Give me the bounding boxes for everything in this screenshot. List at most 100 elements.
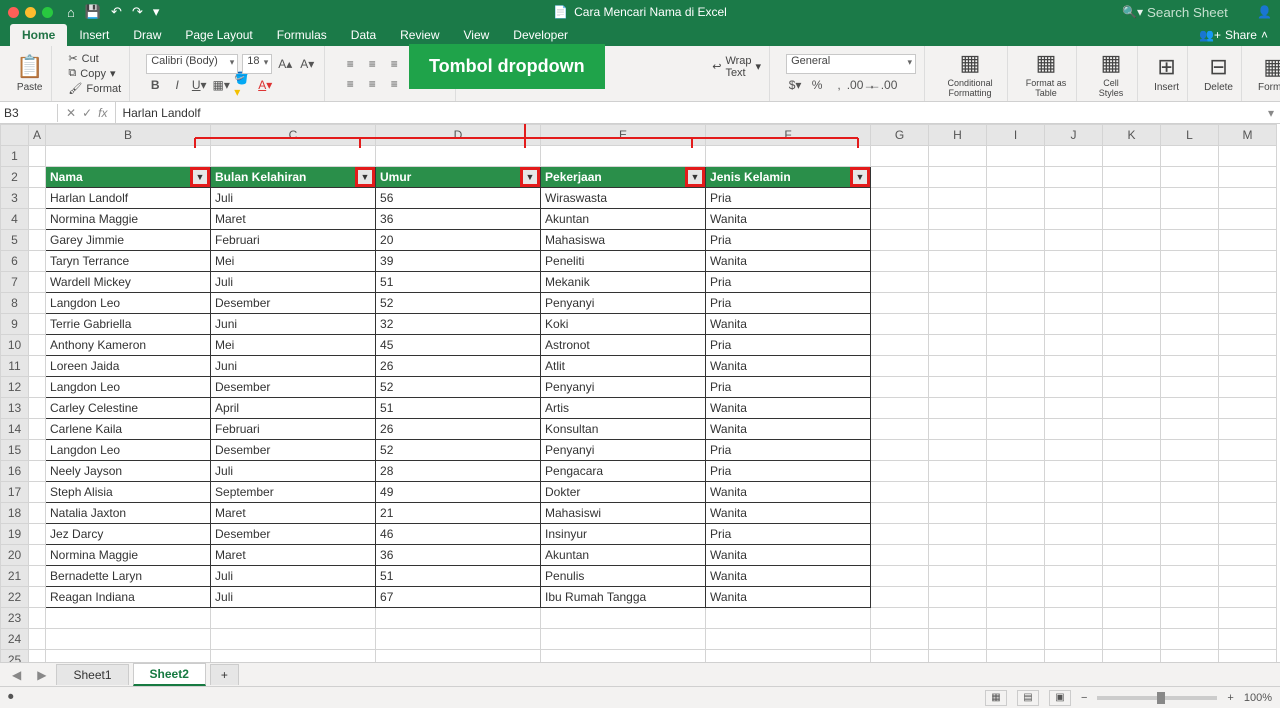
font-color-button[interactable]: A▾ <box>256 76 274 94</box>
expand-formula-icon[interactable]: ▾ <box>1262 106 1280 120</box>
table-cell[interactable]: Dokter <box>541 482 706 503</box>
table-cell[interactable]: September <box>211 482 376 503</box>
cell[interactable] <box>1161 587 1219 608</box>
table-cell[interactable]: Pria <box>706 293 871 314</box>
cell[interactable] <box>1161 545 1219 566</box>
table-cell[interactable]: Penyanyi <box>541 440 706 461</box>
cell[interactable] <box>1103 314 1161 335</box>
row-header[interactable]: 1 <box>1 146 29 167</box>
cell[interactable] <box>871 230 929 251</box>
row-header[interactable]: 11 <box>1 356 29 377</box>
cell[interactable] <box>987 524 1045 545</box>
table-cell[interactable]: Bernadette Laryn <box>46 566 211 587</box>
cell[interactable] <box>987 377 1045 398</box>
cell[interactable] <box>1045 587 1103 608</box>
table-cell[interactable]: Artis <box>541 398 706 419</box>
table-cell[interactable]: Akuntan <box>541 545 706 566</box>
table-cell[interactable]: Juli <box>211 566 376 587</box>
cell[interactable] <box>1045 524 1103 545</box>
cell[interactable] <box>1103 335 1161 356</box>
cell[interactable] <box>987 398 1045 419</box>
normal-view-button[interactable]: ▦ <box>985 690 1007 706</box>
cell[interactable] <box>376 629 541 650</box>
delete-cells-button[interactable]: ⊟Delete <box>1196 46 1242 101</box>
cell[interactable] <box>706 650 871 663</box>
cell[interactable] <box>1161 230 1219 251</box>
table-cell[interactable]: Atlit <box>541 356 706 377</box>
search-sheet[interactable]: 🔍▾ <box>1122 5 1247 20</box>
save-icon[interactable]: 💾 <box>85 4 101 20</box>
table-cell[interactable]: Desember <box>211 293 376 314</box>
table-cell[interactable]: 21 <box>376 503 541 524</box>
cell[interactable] <box>929 419 987 440</box>
align-right-icon[interactable]: ≡ <box>385 75 403 93</box>
share-button[interactable]: 👥+Share˄ <box>1187 24 1280 46</box>
align-center-icon[interactable]: ≡ <box>363 75 381 93</box>
cell[interactable] <box>1103 377 1161 398</box>
zoom-out-button[interactable]: − <box>1081 692 1087 704</box>
cell[interactable] <box>929 545 987 566</box>
filter-dropdown-button[interactable]: ▼ <box>520 167 540 187</box>
formula-input[interactable]: Harlan Landolf <box>116 104 1262 122</box>
table-header[interactable]: Nama▼ <box>46 167 211 188</box>
cell[interactable] <box>29 461 46 482</box>
cell[interactable] <box>987 566 1045 587</box>
cell[interactable] <box>29 356 46 377</box>
cell[interactable] <box>29 167 46 188</box>
cell[interactable] <box>1103 650 1161 663</box>
cell[interactable] <box>1045 146 1103 167</box>
cell[interactable] <box>871 524 929 545</box>
column-header-G[interactable]: G <box>871 125 929 146</box>
table-cell[interactable]: Pria <box>706 272 871 293</box>
table-cell[interactable]: Maret <box>211 209 376 230</box>
table-cell[interactable]: Juni <box>211 314 376 335</box>
table-cell[interactable]: Jez Darcy <box>46 524 211 545</box>
cell-styles-button[interactable]: ▦Cell Styles <box>1085 46 1138 101</box>
row-header[interactable]: 25 <box>1 650 29 663</box>
table-cell[interactable]: 56 <box>376 188 541 209</box>
redo-icon[interactable]: ↷ <box>132 4 143 20</box>
row-header[interactable]: 7 <box>1 272 29 293</box>
cell[interactable] <box>1045 335 1103 356</box>
align-top-icon[interactable]: ≡ <box>341 55 359 73</box>
cell[interactable] <box>29 209 46 230</box>
cell[interactable] <box>1103 482 1161 503</box>
cell[interactable] <box>987 650 1045 663</box>
row-header[interactable]: 23 <box>1 608 29 629</box>
cell[interactable] <box>1045 377 1103 398</box>
cell[interactable] <box>987 230 1045 251</box>
cell[interactable] <box>1161 482 1219 503</box>
table-cell[interactable]: Loreen Jaida <box>46 356 211 377</box>
cell[interactable] <box>871 419 929 440</box>
table-cell[interactable]: Wanita <box>706 545 871 566</box>
cell[interactable] <box>46 629 211 650</box>
zoom-level[interactable]: 100% <box>1244 692 1272 704</box>
table-cell[interactable]: Mei <box>211 335 376 356</box>
cell[interactable] <box>1045 608 1103 629</box>
row-header[interactable]: 20 <box>1 545 29 566</box>
cell[interactable] <box>929 608 987 629</box>
cell[interactable] <box>1219 209 1277 230</box>
table-cell[interactable]: Juli <box>211 461 376 482</box>
increase-font-icon[interactable]: A▴ <box>276 55 294 73</box>
table-cell[interactable]: 51 <box>376 566 541 587</box>
table-cell[interactable]: Konsultan <box>541 419 706 440</box>
cell[interactable] <box>1161 293 1219 314</box>
cell[interactable] <box>929 524 987 545</box>
table-cell[interactable]: Peneliti <box>541 251 706 272</box>
macro-record-icon[interactable]: ⏺ <box>8 691 14 704</box>
cell[interactable] <box>1045 251 1103 272</box>
table-cell[interactable]: 26 <box>376 419 541 440</box>
cell[interactable] <box>987 419 1045 440</box>
table-cell[interactable]: Juli <box>211 587 376 608</box>
cell[interactable] <box>871 398 929 419</box>
table-cell[interactable]: Wanita <box>706 503 871 524</box>
row-header[interactable]: 6 <box>1 251 29 272</box>
table-cell[interactable]: Wanita <box>706 314 871 335</box>
cell[interactable] <box>706 629 871 650</box>
cell[interactable] <box>871 629 929 650</box>
table-cell[interactable]: 20 <box>376 230 541 251</box>
row-header[interactable]: 12 <box>1 377 29 398</box>
table-cell[interactable]: Desember <box>211 440 376 461</box>
cell[interactable] <box>871 461 929 482</box>
